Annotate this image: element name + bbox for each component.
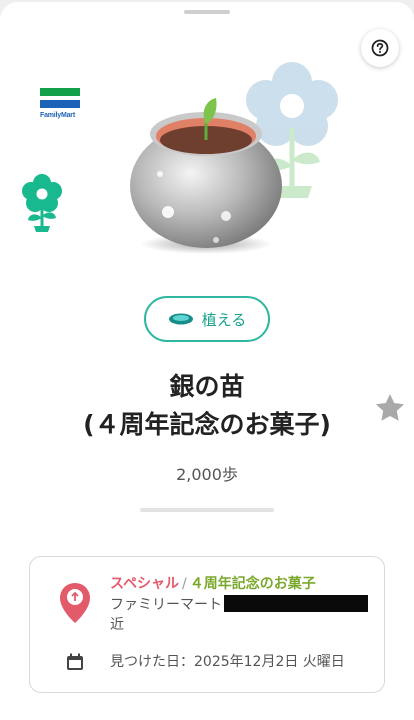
star-icon[interactable] (374, 392, 406, 424)
pot-dish-icon (168, 313, 193, 325)
calendar-icon (67, 653, 83, 670)
steps-count: 2,000歩 (176, 465, 238, 484)
question-circle-icon (371, 39, 389, 57)
category-line: スペシャル/４周年記念のお菓子 (110, 573, 316, 593)
found-date-value: 2025年12月2日 火曜日 (194, 654, 345, 670)
info-card: スペシャル/４周年記念のお菓子 ファミリーマート 近 見つけた日：2025年12… (29, 556, 385, 693)
found-label: 見つけた日： (110, 654, 194, 670)
category-name: ４周年記念のお菓子 (189, 576, 316, 592)
flower-icon (22, 174, 62, 232)
plant-button-label: 植える (201, 310, 247, 329)
silver-pot-illustration (130, 98, 282, 254)
location-suffix: 近 (110, 617, 124, 633)
sheet-grabber[interactable] (184, 10, 230, 14)
help-button[interactable] (361, 29, 399, 67)
item-title-line2: (４周年記念のお菓子) (83, 410, 331, 439)
detail-sheet: FamilyMart 植える 銀の苗 (４周年記念のお菓子) 2,000歩 スペ… (0, 2, 414, 720)
location-name: ファミリーマート (110, 597, 222, 613)
familymart-logo: FamilyMart (40, 88, 80, 130)
location-text: ファミリーマート 近 (110, 595, 380, 635)
store-logo-text: FamilyMart (40, 112, 75, 119)
location-pin-icon (60, 583, 90, 623)
plant-button[interactable]: 植える (144, 296, 270, 342)
item-title: 銀の苗 (４周年記念のお菓子) (0, 368, 414, 444)
progress-bar (140, 508, 274, 512)
redacted-block (224, 595, 368, 612)
category-separator: / (182, 576, 187, 592)
found-date: 見つけた日：2025年12月2日 火曜日 (110, 651, 345, 671)
category-special: スペシャル (110, 576, 180, 592)
item-title-line1: 銀の苗 (169, 372, 245, 401)
